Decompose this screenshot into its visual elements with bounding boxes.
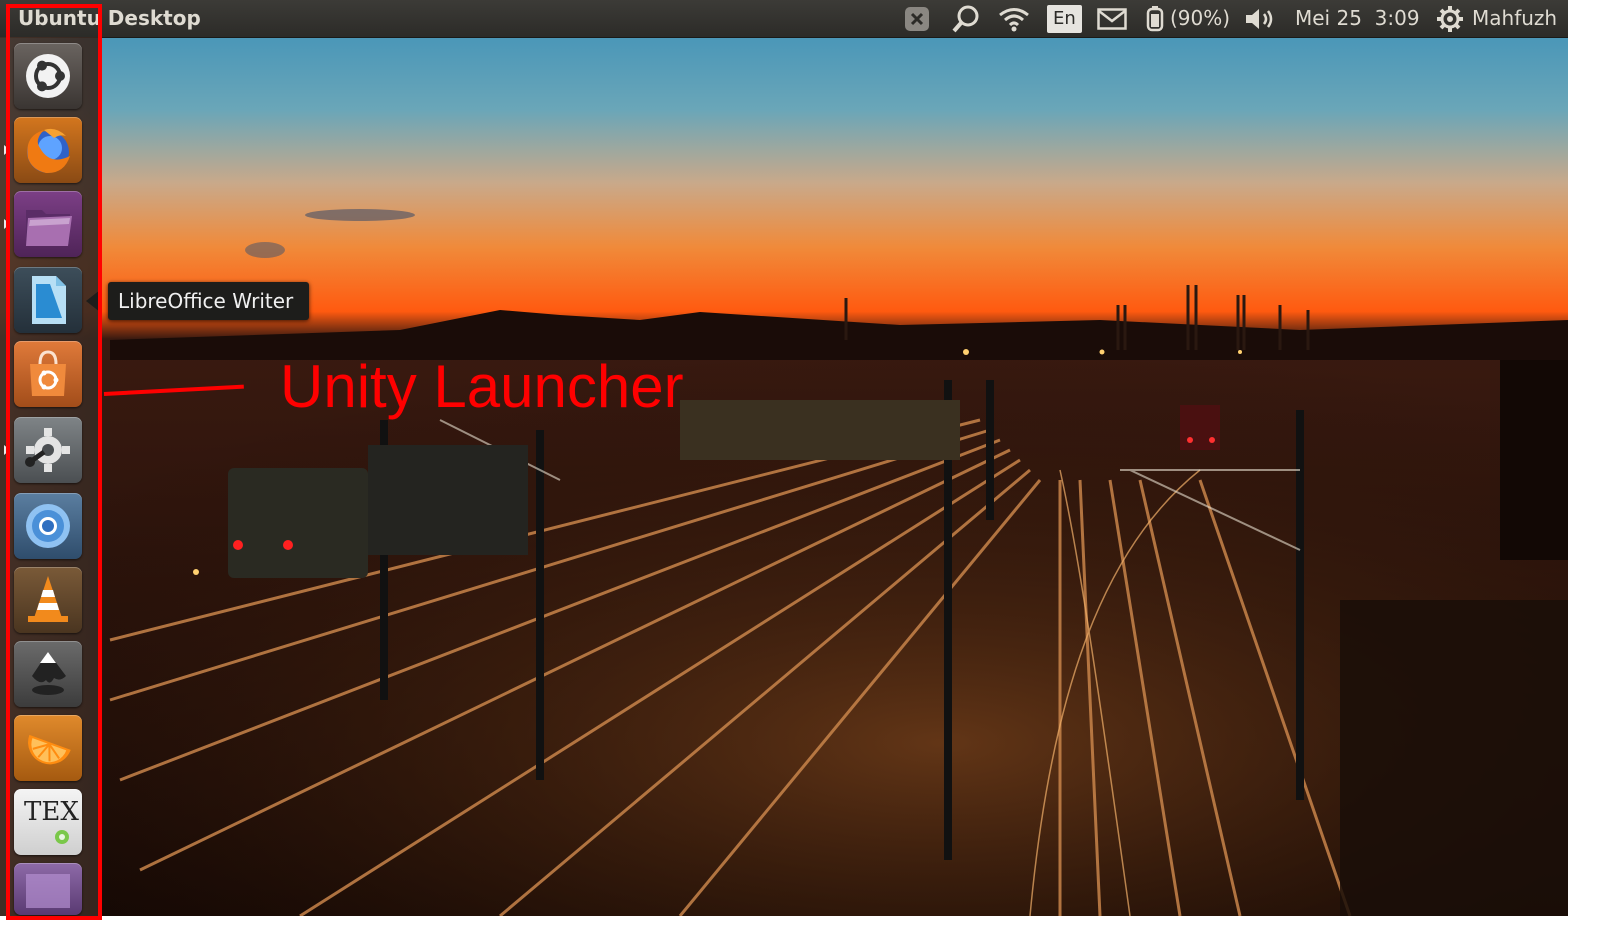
running-indicator bbox=[4, 219, 10, 229]
inkscape-icon bbox=[32, 652, 66, 695]
launcher-item-files[interactable] bbox=[14, 191, 82, 257]
keyboard-language-indicator[interactable]: En bbox=[1047, 0, 1082, 37]
desktop-wallpaper bbox=[0, 0, 1568, 916]
desktop-screen: Ubuntu Desktop En (90%) Mei 25 3:09 Mahf bbox=[0, 0, 1568, 916]
workspace-icon bbox=[26, 874, 70, 908]
launcher-item-dash[interactable] bbox=[14, 43, 82, 109]
gear-badge-icon bbox=[55, 830, 69, 844]
top-panel: Ubuntu Desktop En (90%) Mei 25 3:09 Mahf bbox=[0, 0, 1568, 38]
launcher-item-workspaces[interactable] bbox=[14, 863, 82, 915]
launcher-item-libreoffice-writer[interactable] bbox=[14, 267, 82, 333]
running-indicator bbox=[4, 445, 10, 455]
firefox-icon bbox=[27, 128, 70, 174]
launcher-item-vlc[interactable] bbox=[14, 567, 82, 633]
annotation-label: Unity Launcher bbox=[280, 353, 684, 420]
writer-document-icon bbox=[32, 276, 66, 324]
volume-icon[interactable] bbox=[1244, 0, 1278, 37]
battery-indicator[interactable]: (90%) bbox=[1146, 0, 1230, 37]
launcher-item-software-center[interactable] bbox=[14, 341, 82, 407]
launcher-item-firefox[interactable] bbox=[14, 117, 82, 183]
clock[interactable]: Mei 25 3:09 bbox=[1295, 0, 1420, 37]
launcher-item-chromium[interactable] bbox=[14, 493, 82, 559]
running-indicator bbox=[4, 145, 10, 155]
keyboard-language-label: En bbox=[1047, 4, 1082, 33]
launcher-item-texmaker[interactable]: TEX bbox=[14, 789, 82, 855]
orange-slice-icon bbox=[28, 734, 71, 765]
tooltip-arrow bbox=[86, 290, 100, 312]
wifi-icon[interactable] bbox=[998, 0, 1030, 37]
launcher-item-orange[interactable] bbox=[14, 715, 82, 781]
unity-launcher: TEX bbox=[0, 37, 99, 916]
launcher-item-inkscape[interactable] bbox=[14, 641, 82, 707]
session-menu[interactable]: Mahfuzh bbox=[1436, 0, 1557, 37]
traffic-cone-icon bbox=[28, 576, 68, 622]
ubuntu-logo-icon bbox=[26, 54, 70, 98]
launcher-item-system-settings[interactable] bbox=[14, 417, 82, 483]
mail-icon[interactable] bbox=[1097, 0, 1127, 37]
close-window-icon[interactable] bbox=[904, 0, 930, 37]
power-gear-icon bbox=[1437, 5, 1463, 32]
battery-percentage: (90%) bbox=[1170, 6, 1231, 30]
folder-icon bbox=[26, 210, 72, 246]
gear-wrench-icon bbox=[25, 428, 70, 472]
panel-app-title: Ubuntu Desktop bbox=[18, 6, 201, 30]
launcher-tooltip: LibreOffice Writer bbox=[108, 282, 310, 320]
tex-icon: TEX bbox=[24, 797, 79, 827]
clock-datetime: Mei 25 3:09 bbox=[1295, 6, 1420, 30]
shopping-bag-icon bbox=[30, 350, 66, 396]
session-user-name: Mahfuzh bbox=[1472, 6, 1558, 30]
battery-icon bbox=[1146, 5, 1164, 31]
chromium-icon bbox=[26, 504, 70, 548]
search-icon[interactable] bbox=[951, 0, 981, 37]
